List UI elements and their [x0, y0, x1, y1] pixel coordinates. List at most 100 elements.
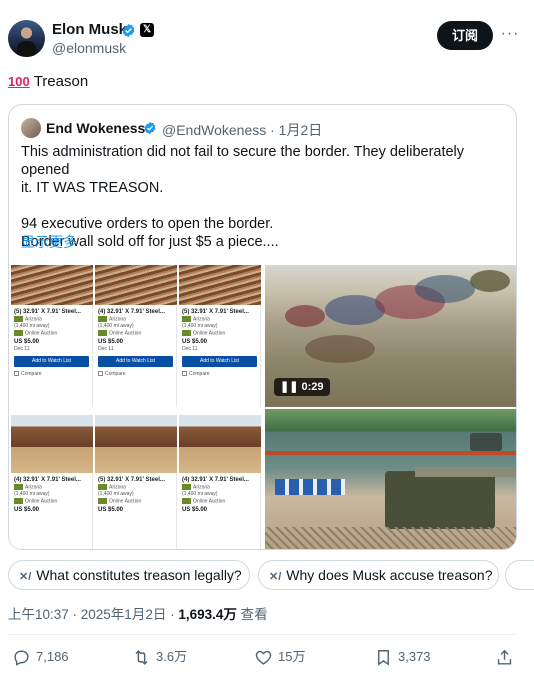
post-header: Elon Musk 𝕏 @elonmusk 订阅 ···	[0, 0, 534, 68]
watch-list-button: Add to Watch List	[98, 355, 173, 367]
listing-title: (5) 32.91' X 7.91' Steel...	[182, 309, 249, 315]
river-border-photo[interactable]	[265, 409, 516, 549]
post-meta: 上午10:37 · 2025年1月2日 · 1,693.4万 查看	[8, 603, 268, 623]
subscribe-button[interactable]: 订阅	[437, 21, 493, 50]
vehicle-canopy	[415, 467, 515, 477]
steel-panels-image	[179, 265, 261, 305]
border-crossing-video[interactable]: ❚❚ 0:29	[265, 265, 516, 407]
compare-label: Compare	[21, 370, 42, 377]
compare-label: Compare	[189, 370, 210, 377]
share-button[interactable]	[495, 645, 515, 669]
compare-checkbox: Compare	[95, 367, 176, 377]
vehicle-figure	[470, 270, 510, 292]
auction-listing: (4) 32.91' X 7.91' Steel... Arizona (1,4…	[11, 415, 93, 549]
suggestion-label: Why does Musk accuse treason?	[286, 567, 493, 583]
listing-auction-text: Online Auction	[193, 330, 226, 337]
listing-title: (4) 32.91' X 7.91' Steel...	[182, 477, 249, 483]
post-text: 100 Treason	[8, 73, 88, 90]
listing-title: (4) 32.91' X 7.91' Steel...	[98, 309, 165, 315]
listing-auction: Online Auction	[179, 329, 260, 337]
location-icon	[14, 316, 23, 322]
location-icon	[14, 484, 23, 490]
water-barrels	[275, 479, 345, 495]
listing-distance: (1,400 mi away)	[182, 491, 218, 498]
quoted-text-line: 94 executive orders to open the border.	[21, 216, 274, 232]
listing-distance: (1,400 mi away)	[14, 491, 50, 498]
listing-title: (4) 32.91' X 7.91' Steel...	[14, 477, 81, 483]
listing-distance: (1,400 mi away)	[98, 491, 134, 498]
listing-location: Arizona	[95, 483, 176, 490]
steel-panels-image	[11, 415, 93, 473]
grok-icon: ✕/	[269, 571, 282, 583]
watch-list-button: Add to Watch List	[182, 355, 257, 367]
view-count: 1,693.4万	[178, 607, 237, 622]
listing-title: (5) 32.91' X 7.91' Steel...	[14, 309, 81, 315]
post-timestamp[interactable]: 上午10:37 · 2025年1月2日 ·	[8, 607, 178, 622]
location-icon	[98, 484, 107, 490]
compare-checkbox: Compare	[179, 367, 260, 377]
auction-listing: (5) 32.91' X 7.91' Steel... Arizona (1,4…	[11, 265, 93, 407]
listing-auction-text: Online Auction	[109, 498, 142, 505]
location-icon	[182, 484, 191, 490]
quoted-text-line: it. IT WAS TREASON.	[21, 180, 164, 196]
quoted-author-avatar	[21, 118, 41, 138]
listing-location-text: Arizona	[193, 484, 210, 491]
repost-icon	[135, 650, 148, 665]
author-handle[interactable]: @elonmusk	[52, 40, 126, 56]
video-duration-text: 0:29	[301, 381, 324, 393]
quoted-post[interactable]: End Wokeness @EndWokeness · 1月2日 This ad…	[8, 104, 517, 550]
listing-auction-text: Online Auction	[25, 330, 58, 337]
razor-wire	[265, 527, 516, 549]
like-count: 15万	[278, 649, 306, 664]
auction-listings-image[interactable]: (5) 32.91' X 7.91' Steel... Arizona (1,4…	[9, 265, 263, 549]
listing-location: Arizona	[95, 315, 176, 322]
hundred-points-emoji: 100	[8, 74, 30, 89]
author-name[interactable]: Elon Musk	[52, 21, 127, 38]
auction-logo-icon	[182, 330, 191, 337]
reply-icon	[14, 650, 29, 666]
listing-date: Dec 11	[14, 345, 30, 352]
listing-location: Arizona	[179, 315, 260, 322]
video-duration[interactable]: ❚❚ 0:29	[274, 378, 330, 396]
auction-listing: (5) 32.91' X 7.91' Steel... Arizona (1,4…	[179, 265, 261, 407]
listing-auction: Online Auction	[179, 497, 260, 505]
more-options-icon[interactable]: ···	[500, 24, 520, 44]
views-label: 查看	[236, 607, 268, 622]
listing-location-text: Arizona	[25, 484, 42, 491]
auction-logo-icon	[14, 330, 23, 337]
listing-price: US $5.00	[14, 506, 40, 513]
auction-listing: (4) 32.91' X 7.91' Steel... Arizona (1,4…	[95, 265, 177, 407]
suggestion-label: What constitutes treason legally?	[36, 567, 242, 583]
auction-logo-icon	[182, 498, 191, 505]
suggestion-chip[interactable]: ✕/ Why does Musk accuse treason?	[258, 560, 499, 590]
steel-panels-image	[95, 415, 177, 473]
steel-panels-image	[11, 265, 93, 305]
quoted-text-line: This administration did not fail to secu…	[21, 144, 465, 178]
suggestion-chip-partial[interactable]	[505, 560, 534, 590]
suggestion-chip[interactable]: ✕/ What constitutes treason legally?	[8, 560, 250, 590]
quoted-text-line	[21, 197, 511, 215]
show-more-link[interactable]: 显示更多	[21, 232, 77, 252]
quoted-text-line: Border wall sold off for just $5 a piece…	[21, 234, 279, 250]
listing-price: US $5.00	[182, 506, 208, 513]
media-grid: (5) 32.91' X 7.91' Steel... Arizona (1,4…	[9, 265, 516, 549]
crowd-figure	[285, 305, 325, 327]
grok-icon: ✕/	[19, 571, 32, 583]
reply-count: 7,186	[36, 649, 69, 664]
crowd-figure	[305, 335, 375, 363]
buoy-barrier	[265, 451, 516, 455]
listing-price: US $5.00	[98, 338, 124, 345]
crowd-figure	[415, 275, 475, 303]
watch-list-button: Add to Watch List	[14, 355, 89, 367]
listing-location-text: Arizona	[193, 316, 210, 323]
listing-location-text: Arizona	[25, 316, 42, 323]
location-icon	[98, 316, 107, 322]
author-avatar[interactable]	[8, 20, 45, 57]
listing-location: Arizona	[11, 483, 92, 490]
listing-location-text: Arizona	[109, 484, 126, 491]
compare-label: Compare	[105, 370, 126, 377]
steel-panels-image	[95, 265, 177, 305]
quoted-handle-date: @EndWokeness · 1月2日	[162, 122, 323, 138]
auction-listing: (5) 32.91' X 7.91' Steel... Arizona (1,4…	[95, 415, 177, 549]
boat-shape	[470, 433, 502, 451]
